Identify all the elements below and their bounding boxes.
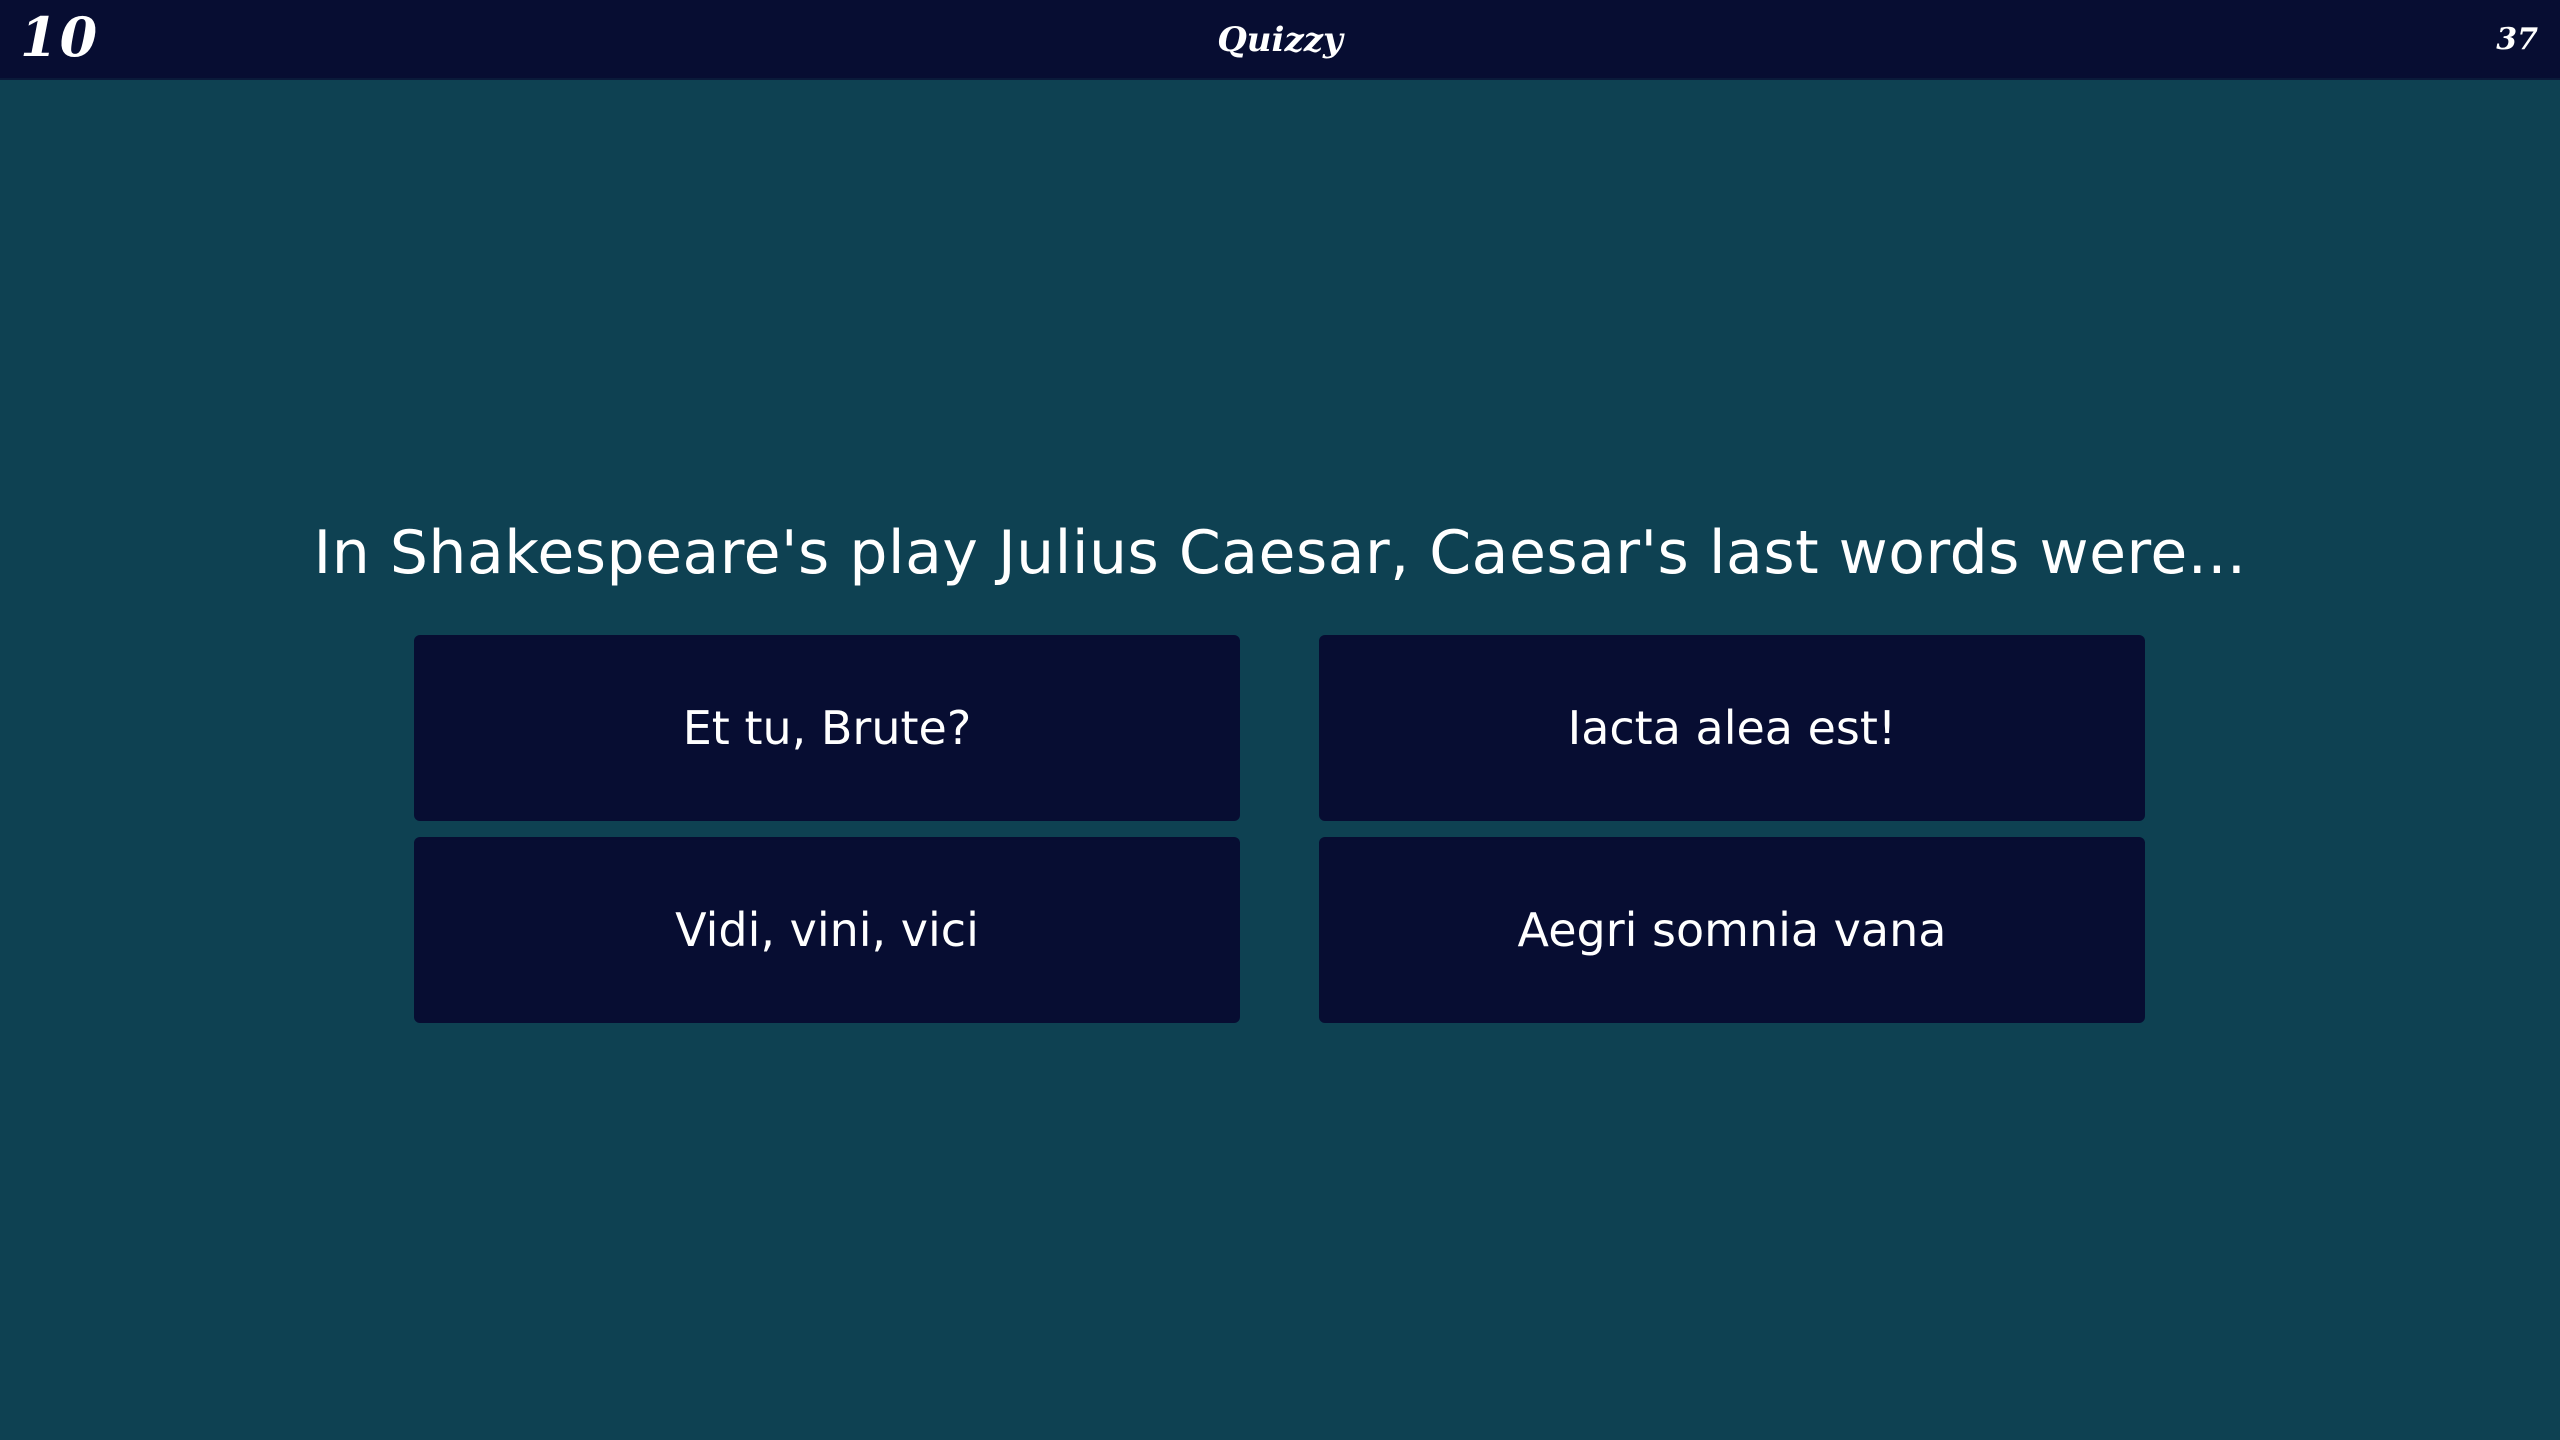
top-bar: 10 Quizzy 37 — [0, 0, 2560, 80]
answer-button-3[interactable]: Vidi, vini, vici — [414, 837, 1240, 1023]
answer-button-2[interactable]: Iacta alea est! — [1319, 635, 2145, 821]
app-title: Quizzy — [1217, 20, 1343, 60]
question-text: In Shakespeare's play Julius Caesar, Cae… — [313, 518, 2247, 588]
score-counter: 37 — [2496, 22, 2538, 57]
answer-button-4[interactable]: Aegri somnia vana — [1319, 837, 2145, 1023]
answer-button-1[interactable]: Et tu, Brute? — [414, 635, 1240, 821]
